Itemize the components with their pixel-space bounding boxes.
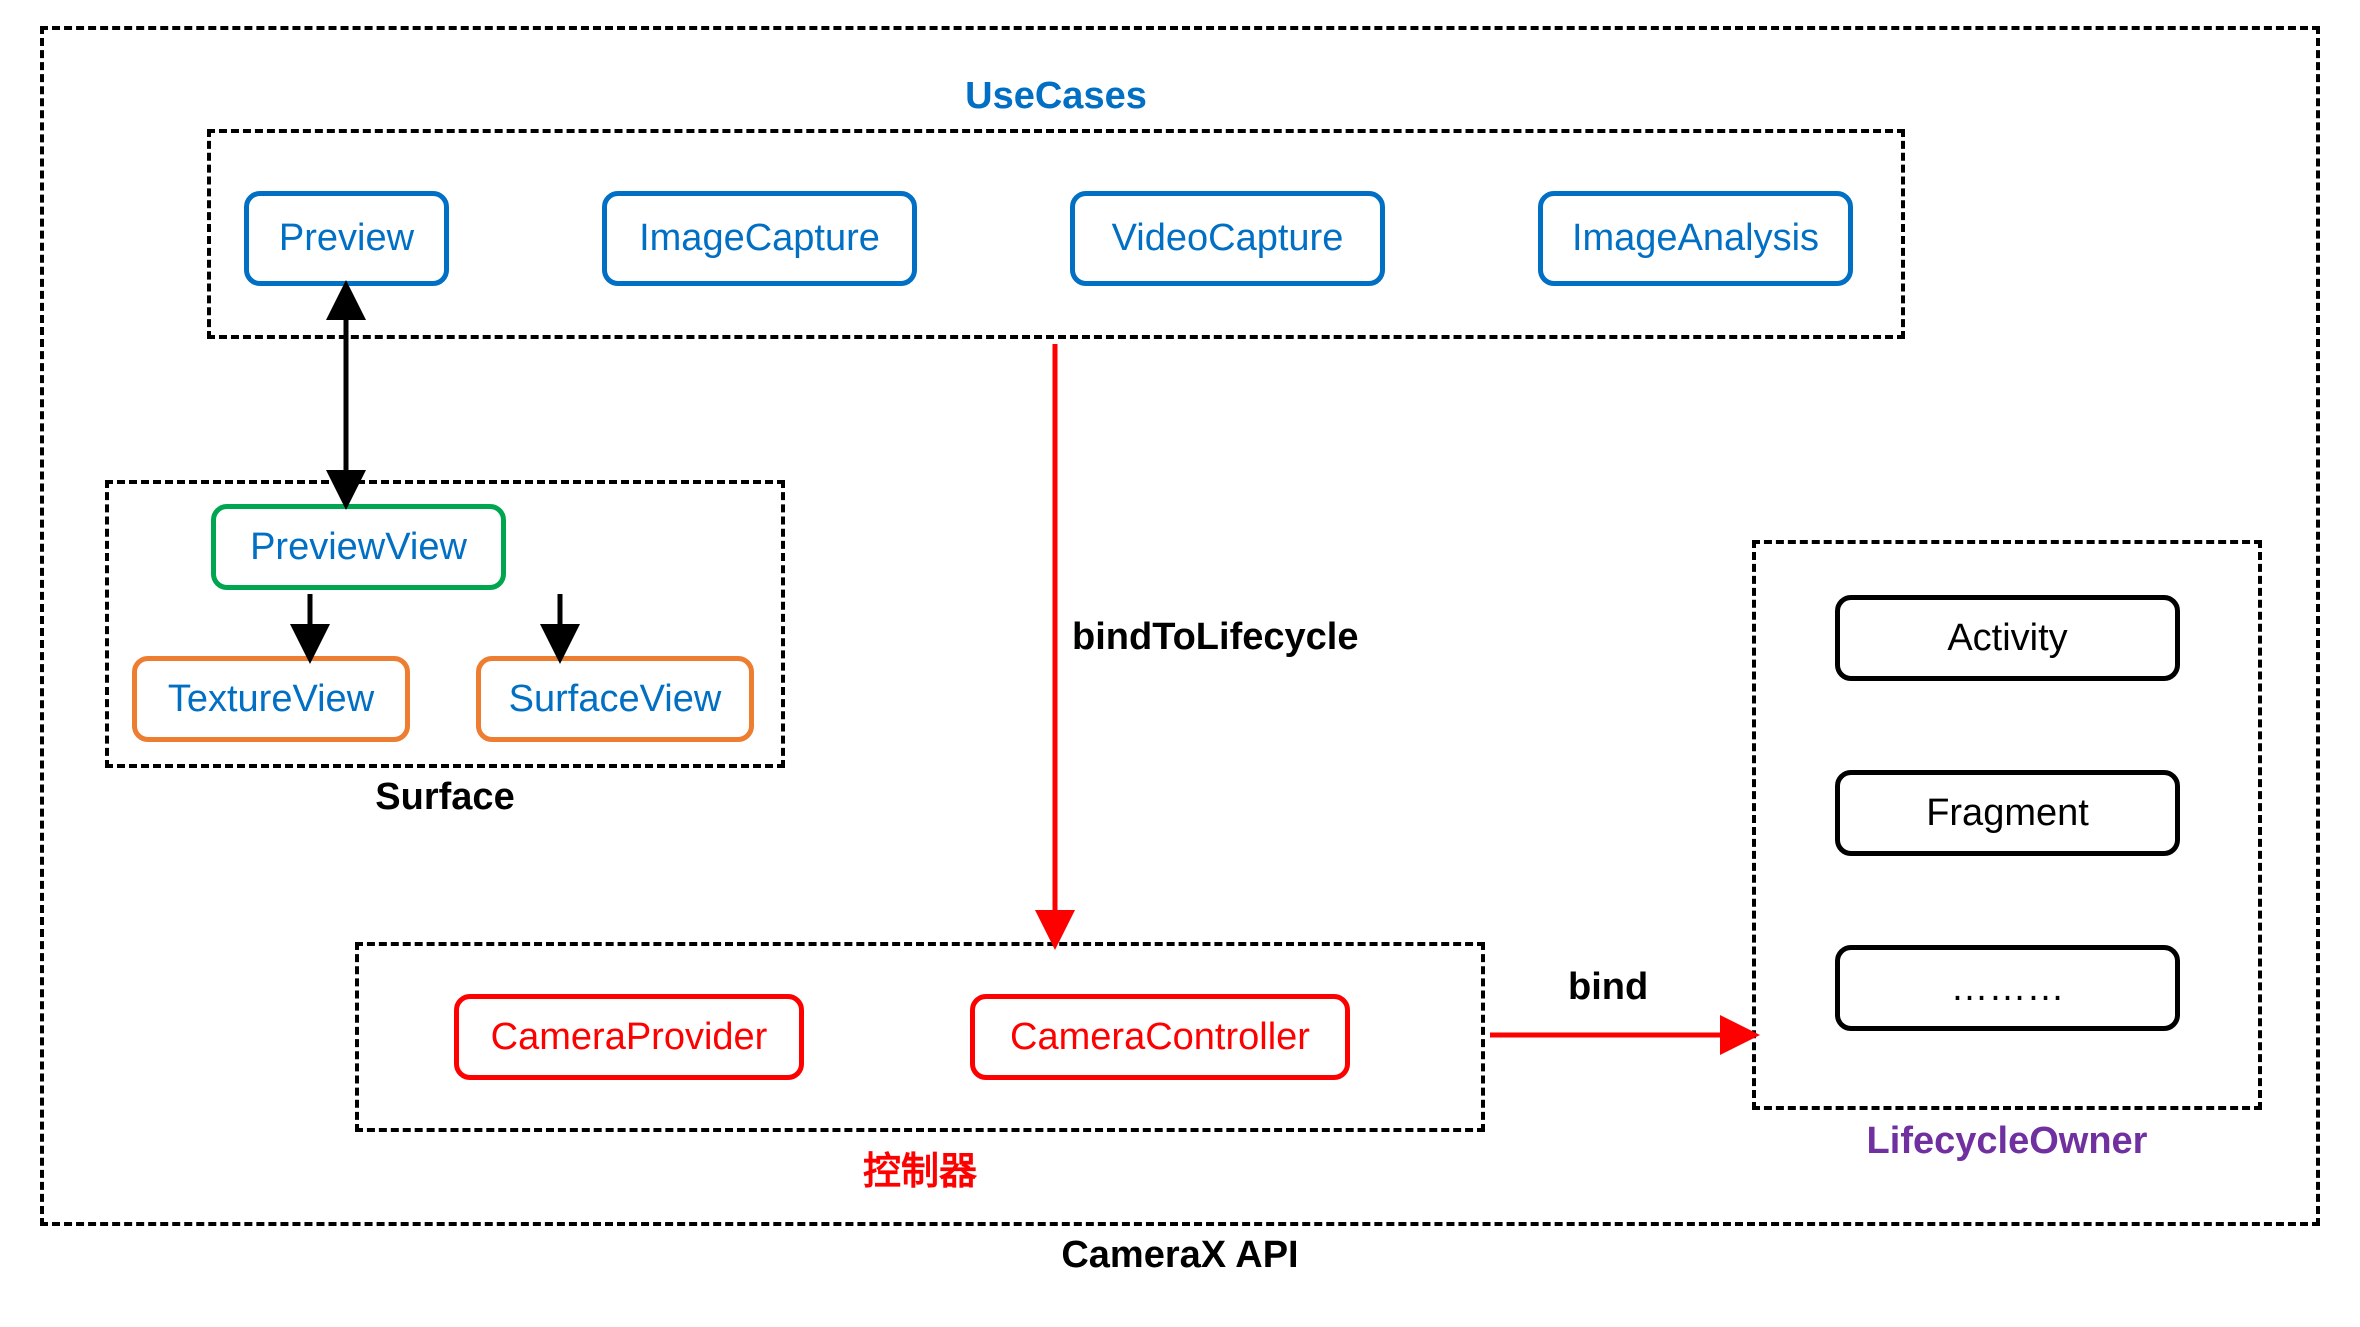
fragment-box: Fragment (1835, 770, 2180, 856)
previewview-box: PreviewView (211, 504, 506, 590)
previewview-text: PreviewView (250, 526, 467, 569)
preview-box: Preview (244, 191, 449, 286)
usecases-label: UseCases (207, 75, 1905, 118)
cameracontroller-text: CameraController (1010, 1016, 1310, 1059)
bind-label: bind (1568, 966, 1688, 1009)
videocapture-box: VideoCapture (1070, 191, 1385, 286)
preview-text: Preview (279, 217, 414, 260)
imageanalysis-box: ImageAnalysis (1538, 191, 1853, 286)
fragment-text: Fragment (1926, 792, 2089, 835)
textureview-text: TextureView (168, 678, 374, 721)
imageanalysis-text: ImageAnalysis (1572, 217, 1819, 260)
cameraprovider-box: CameraProvider (454, 994, 804, 1080)
videocapture-text: VideoCapture (1112, 217, 1344, 260)
controller-label: 控制器 (355, 1140, 1485, 1195)
activity-text: Activity (1947, 617, 2067, 660)
cameraprovider-text: CameraProvider (491, 1016, 768, 1059)
imagecapture-box: ImageCapture (602, 191, 917, 286)
activity-box: Activity (1835, 595, 2180, 681)
surfaceview-box: SurfaceView (476, 656, 754, 742)
surfaceview-text: SurfaceView (509, 678, 722, 721)
imagecapture-text: ImageCapture (639, 217, 880, 260)
surface-label: Surface (105, 776, 785, 819)
textureview-box: TextureView (132, 656, 410, 742)
camerax-api-label: CameraX API (40, 1234, 2320, 1277)
more-box: ……… (1835, 945, 2180, 1031)
cameracontroller-box: CameraController (970, 994, 1350, 1080)
bindtolifecycle-label: bindToLifecycle (1072, 616, 1392, 659)
more-text: ……… (1951, 967, 2065, 1010)
lifecycleowner-label: LifecycleOwner (1752, 1120, 2262, 1163)
